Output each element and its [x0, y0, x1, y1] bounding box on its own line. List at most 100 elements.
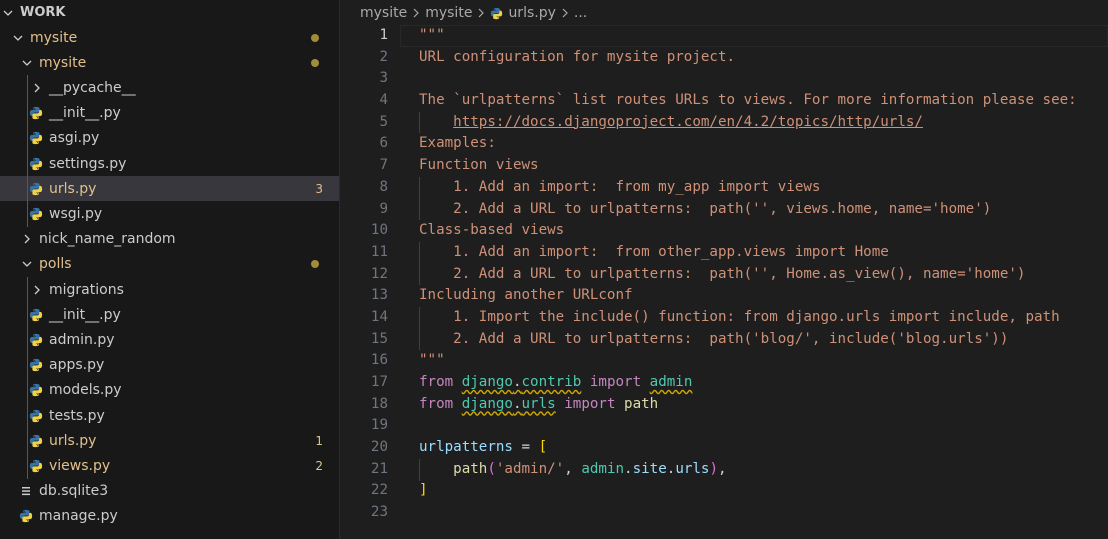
line-number: 2	[379, 48, 388, 65]
file-item[interactable]: __init__.py	[0, 302, 339, 327]
code-token: import	[564, 395, 616, 412]
code-line[interactable]: 6 Examples:	[340, 133, 1108, 155]
line-number: 5	[379, 113, 388, 130]
code-line[interactable]: 15 2. Add a URL to urlpatterns: path('bl…	[340, 329, 1108, 351]
code-line[interactable]: 2 URL configuration for mysite project.	[340, 47, 1108, 69]
code-token: (	[487, 460, 496, 477]
code-line[interactable]: 1 """	[340, 25, 1108, 47]
breadcrumb: mysite mysite urls.py ...	[340, 0, 1108, 26]
code-line[interactable]: 17 from django.contrib import admin	[340, 372, 1108, 394]
code-line[interactable]: 10 Class-based views	[340, 220, 1108, 242]
folder-item[interactable]: migrations	[0, 277, 339, 302]
tree-item-label: asgi.py	[49, 130, 100, 147]
file-item[interactable]: db.sqlite3	[0, 479, 339, 504]
file-item[interactable]: tests.py	[0, 403, 339, 428]
code-line[interactable]: 12 2. Add a URL to urlpatterns: path('',…	[340, 264, 1108, 286]
code-line[interactable]: 8 1. Add an import: from my_app import v…	[340, 177, 1108, 199]
code-token: 2. Add a URL to urlpatterns: path('blog/…	[419, 330, 1009, 347]
indent-guide	[419, 242, 420, 286]
database-file-icon	[19, 484, 33, 498]
folder-item[interactable]: mysite	[0, 25, 339, 50]
code-area[interactable]: 1 """ 2 URL configuration for mysite projec…	[340, 25, 1108, 524]
modified-dot-indicator	[311, 260, 319, 269]
file-item[interactable]: urls.py 1	[0, 428, 339, 453]
code-token: .	[512, 374, 522, 390]
line-text: from django.urls import path	[388, 394, 658, 416]
code-token: """	[419, 352, 445, 369]
file-item[interactable]: urls.py 3	[0, 176, 339, 202]
code-line[interactable]: 5 https://docs.djangoproject.com/en/4.2/…	[340, 112, 1108, 134]
file-item[interactable]: __init__.py	[0, 101, 339, 126]
code-token: path	[453, 460, 488, 477]
code-line[interactable]: 3	[340, 68, 1108, 90]
code-line[interactable]: 18 from django.urls import path	[340, 394, 1108, 416]
code-line[interactable]: 13 Including another URLconf	[340, 285, 1108, 307]
problem-count-badge: 2	[315, 458, 323, 473]
code-token: [	[538, 439, 548, 456]
folder-item[interactable]: polls	[0, 252, 339, 277]
line-text: 2. Add a URL to urlpatterns: path('blog/…	[388, 329, 1008, 351]
code-line[interactable]: 9 2. Add a URL to urlpatterns: path('', …	[340, 199, 1108, 221]
indent-guide	[27, 75, 28, 227]
code-token: =	[512, 439, 539, 456]
code-line[interactable]: 20 urlpatterns = [	[340, 437, 1108, 459]
line-text: The `urlpatterns` list routes URLs to vi…	[388, 90, 1077, 112]
code-line[interactable]: 14 1. Import the include() function: fro…	[340, 307, 1108, 329]
python-file-icon	[19, 509, 33, 523]
breadcrumb-item-subfolder[interactable]: mysite	[425, 5, 472, 21]
code-token: site	[632, 460, 667, 477]
python-file-icon	[29, 333, 43, 347]
line-number: 23	[370, 504, 388, 521]
file-item[interactable]: admin.py	[0, 327, 339, 352]
python-file-icon	[29, 207, 43, 221]
file-item[interactable]: settings.py	[0, 151, 339, 176]
explorer-sidebar: WORK mysite mysite __pycache__ __init__.py a…	[0, 0, 340, 539]
breadcrumb-item-symbol[interactable]: ...	[574, 5, 587, 21]
code-line[interactable]: 7 Function views	[340, 155, 1108, 177]
code-token: https://docs.djangoproject.com/en/4.2/to…	[453, 113, 923, 130]
code-line[interactable]: 22]	[340, 480, 1108, 502]
file-item[interactable]: apps.py	[0, 353, 339, 378]
breadcrumb-item-file[interactable]: urls.py	[508, 5, 555, 21]
line-number: 12	[370, 265, 388, 282]
python-file-icon	[29, 459, 43, 473]
code-line[interactable]: 23	[340, 502, 1108, 524]
tree-item-label: migrations	[49, 281, 124, 298]
code-token: Class-based views	[419, 222, 565, 239]
file-item[interactable]: manage.py	[0, 504, 339, 529]
explorer-root-header[interactable]: WORK	[0, 0, 339, 25]
folder-item[interactable]: mysite	[0, 50, 339, 75]
line-text: Class-based views	[388, 220, 564, 242]
code-line[interactable]: 21 path('admin/', admin.site.urls),	[340, 459, 1108, 481]
chevron-right-icon	[411, 8, 421, 18]
file-item[interactable]: asgi.py	[0, 126, 339, 151]
tree-item-label: mysite	[30, 29, 78, 46]
line-number: 1	[379, 27, 388, 43]
code-token: urlpatterns	[419, 439, 513, 456]
code-line[interactable]: 16 """	[340, 350, 1108, 372]
code-token: from	[419, 395, 454, 412]
python-file-icon	[29, 131, 43, 145]
line-text: 1. Add an import: from other_app.views i…	[388, 242, 889, 264]
code-token: import	[589, 374, 642, 390]
tree-item-label: __init__.py	[49, 306, 121, 323]
file-item[interactable]: views.py 2	[0, 453, 339, 478]
line-number: 19	[370, 417, 388, 434]
file-item[interactable]: models.py	[0, 378, 339, 403]
breadcrumb-item-folder[interactable]: mysite	[360, 5, 407, 21]
file-item[interactable]: wsgi.py	[0, 201, 339, 226]
line-number: 9	[379, 200, 388, 217]
code-line[interactable]: 19	[340, 415, 1108, 437]
line-text: path('admin/', admin.site.urls),	[388, 459, 726, 481]
folder-item[interactable]: __pycache__	[0, 75, 339, 100]
code-editor[interactable]: mysite mysite urls.py ... 1 """ 2 URL confi…	[340, 0, 1108, 539]
code-line[interactable]: 4 The `urlpatterns` list routes URLs to v…	[340, 90, 1108, 112]
chevron-right-icon	[31, 282, 43, 298]
code-line[interactable]: 11 1. Add an import: from other_app.view…	[340, 242, 1108, 264]
line-text: urlpatterns = [	[388, 437, 547, 459]
chevron-right-icon	[21, 231, 33, 247]
folder-item[interactable]: nick_name_random	[0, 227, 339, 252]
line-text	[388, 415, 419, 437]
